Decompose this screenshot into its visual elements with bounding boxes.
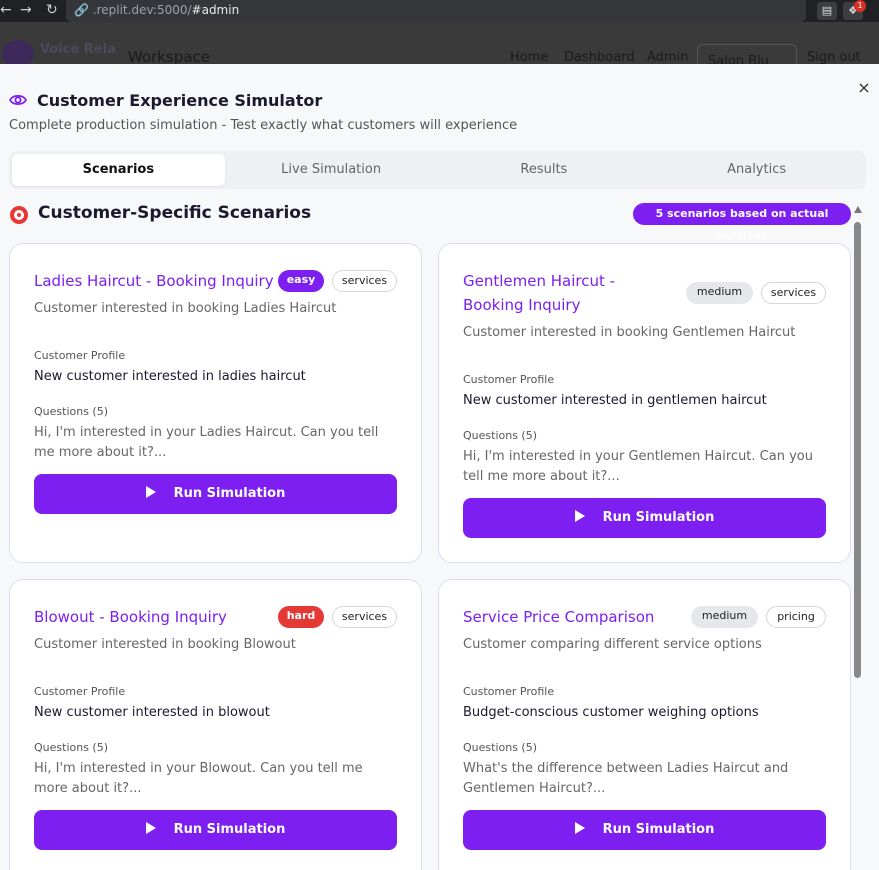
browser-toolbar: ← → ↻ 🔗 .replit.dev:5000/#admin ▤ ❖ 1 bbox=[0, 0, 879, 22]
scenario-count-badge: 5 scenarios based on actual services bbox=[633, 203, 851, 242]
nav-admin[interactable]: Admin bbox=[647, 50, 688, 65]
nav-home[interactable]: Home bbox=[510, 50, 548, 65]
play-icon bbox=[574, 822, 585, 834]
customer-profile-label: Customer Profile bbox=[34, 349, 126, 362]
questions-label: Questions (5) bbox=[463, 741, 538, 754]
run-simulation-label: Run Simulation bbox=[602, 822, 715, 837]
customer-profile-value: New customer interested in ladies haircu… bbox=[34, 369, 306, 384]
link-icon: 🔗 bbox=[74, 3, 89, 17]
scenario-card: Ladies Haircut - Booking Inquiry easy se… bbox=[9, 243, 422, 563]
questions-label: Questions (5) bbox=[34, 741, 109, 754]
target-icon bbox=[10, 206, 28, 224]
customer-profile-label: Customer Profile bbox=[34, 685, 126, 698]
scenario-card: Gentlemen Haircut - Booking Inquiry medi… bbox=[438, 243, 851, 563]
scenario-description: Customer interested in booking Ladies Ha… bbox=[34, 301, 337, 316]
scenario-card: Blowout - Booking Inquiry hard services … bbox=[9, 579, 422, 870]
cast-icon[interactable]: ▤ bbox=[817, 2, 837, 20]
customer-profile-label: Customer Profile bbox=[463, 373, 555, 386]
scenario-title: Service Price Comparison bbox=[463, 608, 655, 626]
run-simulation-label: Run Simulation bbox=[173, 822, 286, 837]
question-preview: Hi, I'm interested in your Gentlemen Hai… bbox=[463, 449, 813, 484]
play-icon bbox=[574, 510, 585, 522]
notification-badge: 1 bbox=[854, 0, 866, 12]
customer-profile-value: New customer interested in gentlemen hai… bbox=[463, 393, 767, 408]
category-badge: services bbox=[332, 270, 397, 292]
run-simulation-button[interactable]: Run Simulation bbox=[463, 498, 826, 538]
run-simulation-label: Run Simulation bbox=[173, 486, 286, 501]
play-icon bbox=[145, 486, 156, 498]
difficulty-badge: easy bbox=[278, 270, 324, 292]
customer-profile-value: New customer interested in blowout bbox=[34, 705, 270, 720]
scenario-title: Gentlemen Haircut - Booking Inquiry bbox=[463, 272, 616, 314]
scroll-up-arrow-icon[interactable] bbox=[854, 206, 862, 213]
extension-icon[interactable]: ❖ 1 bbox=[843, 0, 866, 20]
url-hash: #admin bbox=[191, 3, 240, 17]
run-simulation-label: Run Simulation bbox=[602, 510, 715, 525]
tab-results[interactable]: Results bbox=[438, 154, 651, 186]
tab-scenarios[interactable]: Scenarios bbox=[12, 154, 225, 186]
arrow-right-icon[interactable]: → bbox=[20, 2, 32, 18]
difficulty-badge: medium bbox=[686, 282, 753, 304]
category-badge: pricing bbox=[766, 606, 826, 628]
scenario-description: Customer interested in booking Gentlemen… bbox=[463, 325, 796, 340]
run-simulation-button[interactable]: Run Simulation bbox=[34, 474, 397, 514]
app-name: Voice Rela bbox=[40, 42, 116, 57]
question-preview: What's the difference between Ladies Hai… bbox=[463, 761, 789, 796]
difficulty-badge: medium bbox=[691, 606, 758, 628]
app-header: Voice Rela Workspace Home Dashboard Admi… bbox=[0, 22, 879, 69]
question-preview: Hi, I'm interested in your Ladies Haircu… bbox=[34, 425, 379, 460]
play-icon bbox=[145, 822, 156, 834]
sign-out-link[interactable]: Sign out bbox=[807, 50, 861, 65]
scenario-title: Ladies Haircut - Booking Inquiry bbox=[34, 272, 274, 290]
category-badge: services bbox=[332, 606, 397, 628]
category-badge: services bbox=[761, 282, 826, 304]
arrow-left-icon[interactable]: ← bbox=[0, 2, 12, 18]
url-host: .replit.dev:5000/ bbox=[92, 3, 192, 17]
tab-bar: Scenarios Live Simulation Results Analyt… bbox=[9, 151, 866, 189]
scenario-description: Customer interested in booking Blowout bbox=[34, 637, 296, 652]
close-icon[interactable]: × bbox=[857, 80, 871, 96]
nav-dashboard[interactable]: Dashboard bbox=[564, 50, 635, 65]
scrollbar-thumb[interactable] bbox=[854, 222, 861, 678]
modal-subtitle: Complete production simulation - Test ex… bbox=[9, 118, 518, 133]
modal-title: Customer Experience Simulator bbox=[37, 91, 323, 110]
customer-profile-label: Customer Profile bbox=[463, 685, 555, 698]
customer-profile-value: Budget-conscious customer weighing optio… bbox=[463, 705, 759, 720]
scenario-description: Customer comparing different service opt… bbox=[463, 637, 762, 652]
address-bar[interactable]: 🔗 .replit.dev:5000/#admin bbox=[66, 0, 806, 22]
question-preview: Hi, I'm interested in your Blowout. Can … bbox=[34, 761, 363, 796]
run-simulation-button[interactable]: Run Simulation bbox=[463, 810, 826, 850]
tab-analytics[interactable]: Analytics bbox=[650, 154, 863, 186]
run-simulation-button[interactable]: Run Simulation bbox=[34, 810, 397, 850]
difficulty-badge: hard bbox=[278, 606, 324, 628]
questions-label: Questions (5) bbox=[463, 429, 538, 442]
reload-icon[interactable]: ↻ bbox=[46, 2, 58, 18]
eye-icon bbox=[9, 94, 27, 106]
scenario-card: Service Price Comparison medium pricing … bbox=[438, 579, 851, 870]
questions-label: Questions (5) bbox=[34, 405, 109, 418]
simulator-modal: Customer Experience Simulator Complete p… bbox=[0, 64, 879, 870]
scrollbar[interactable] bbox=[853, 206, 863, 870]
tab-live-simulation[interactable]: Live Simulation bbox=[225, 154, 438, 186]
section-title: Customer-Specific Scenarios bbox=[38, 203, 312, 223]
scenario-title: Blowout - Booking Inquiry bbox=[34, 608, 227, 626]
